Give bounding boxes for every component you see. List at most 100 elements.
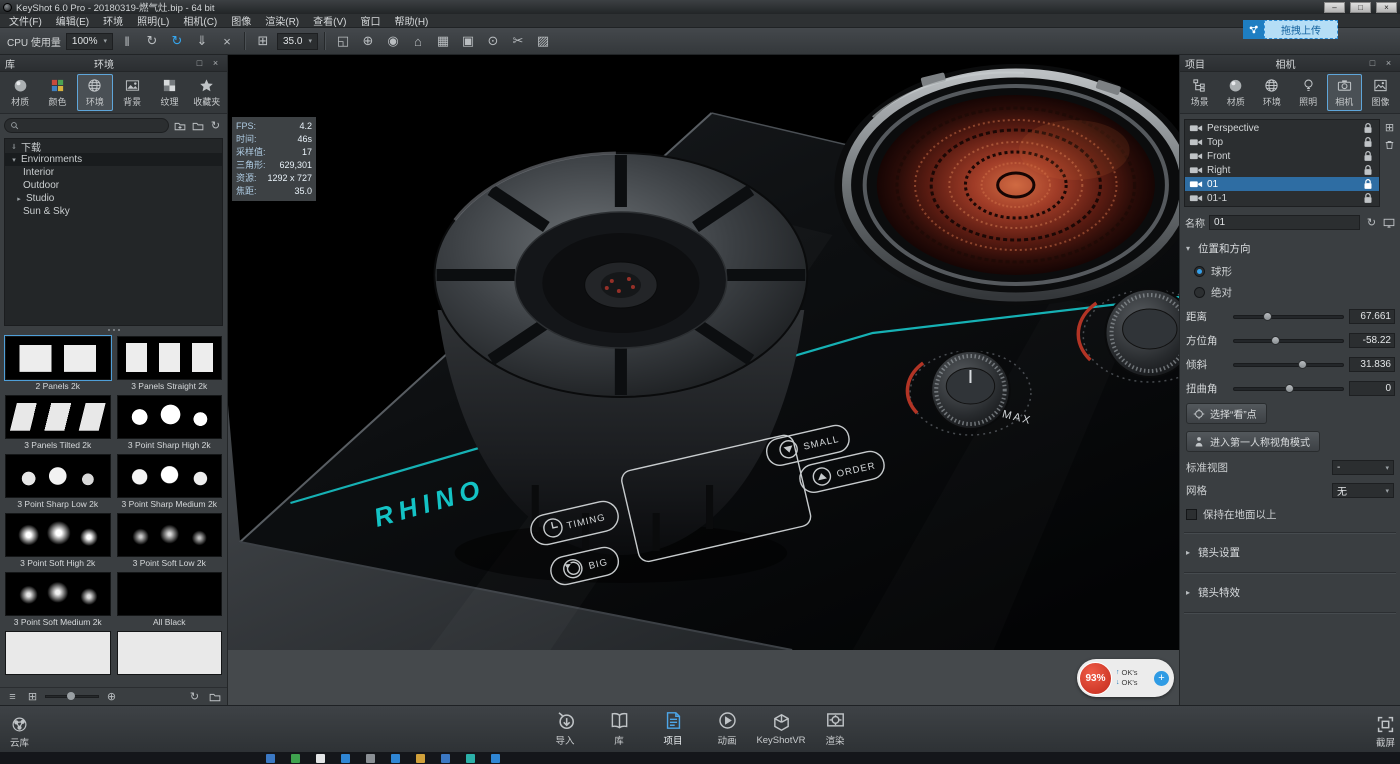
standard-view-dropdown[interactable]: -▾	[1332, 460, 1394, 475]
position-section-header[interactable]: ▾ 位置和方向	[1186, 241, 1394, 256]
close-render-icon[interactable]: ×	[216, 31, 238, 51]
environment-thumbnail[interactable]	[5, 336, 111, 380]
refresh-library-icon[interactable]: ↻	[208, 118, 223, 133]
taskbar-app-icon[interactable]	[441, 754, 450, 763]
texture-icon[interactable]: ▨	[532, 31, 554, 51]
lens-settings-section-header[interactable]: ▸ 镜头设置	[1186, 545, 1394, 560]
folder-icon[interactable]	[207, 689, 222, 704]
camera-row[interactable]: Right	[1185, 163, 1379, 177]
tab-scene[interactable]: 场景	[1182, 74, 1217, 111]
tab-backplates[interactable]: 背景	[114, 74, 150, 111]
refresh-icon[interactable]: ↻	[187, 689, 202, 704]
grid-icon[interactable]: ⊞	[252, 31, 274, 51]
viewport-sync-icon[interactable]	[1383, 217, 1395, 229]
dock-render[interactable]: 渲染	[809, 711, 861, 747]
float-panel-button[interactable]: □	[193, 58, 206, 68]
lock-icon[interactable]	[1361, 121, 1375, 135]
zoom-in-icon[interactable]: ⊕	[104, 689, 119, 704]
tab-lighting[interactable]: 照明	[1291, 74, 1326, 111]
minimize-button[interactable]: –	[1324, 2, 1345, 13]
camera-name-input[interactable]	[1209, 215, 1360, 230]
screenshot-button[interactable]: 截屏	[1376, 716, 1395, 749]
taskbar-app-icon[interactable]	[316, 754, 325, 763]
progress-row-down[interactable]: ↓OK's	[1116, 679, 1154, 687]
slider-value[interactable]: -58.22	[1349, 333, 1395, 348]
menu-window[interactable]: 窗口	[353, 14, 387, 27]
focus-icon[interactable]: ⊙	[482, 31, 504, 51]
taskbar-app-icon[interactable]	[491, 754, 500, 763]
dock-library[interactable]: 库	[593, 711, 645, 747]
slider-value[interactable]: 31.836	[1349, 357, 1395, 372]
pick-look-at-button[interactable]: 选择“看”点	[1186, 403, 1267, 424]
menu-lighting[interactable]: 照明(L)	[130, 14, 176, 27]
camera-row-selected[interactable]: 01	[1185, 177, 1379, 191]
camera-row[interactable]: Front	[1185, 149, 1379, 163]
lock-icon[interactable]	[1361, 163, 1375, 177]
taskbar-app-icon[interactable]	[291, 754, 300, 763]
camera-row[interactable]: 01-1	[1185, 191, 1379, 205]
tab-environment[interactable]: 环境	[1254, 74, 1289, 111]
menu-image[interactable]: 图像	[224, 14, 258, 27]
camera-row[interactable]: Perspective	[1185, 121, 1379, 135]
environment-thumbnail[interactable]	[5, 631, 111, 675]
tab-materials[interactable]: 材质	[2, 74, 38, 111]
tab-colors[interactable]: 颜色	[39, 74, 75, 111]
import-folder-icon[interactable]	[172, 118, 187, 133]
environment-thumbnail[interactable]	[5, 572, 111, 616]
environment-thumbnail[interactable]	[5, 454, 111, 498]
dock-animation[interactable]: 动画	[701, 711, 753, 747]
menu-view[interactable]: 查看(V)	[306, 14, 353, 27]
float-panel-button[interactable]: □	[1366, 58, 1379, 68]
radio-icon[interactable]	[1194, 287, 1205, 298]
tab-image[interactable]: 图像	[1363, 74, 1398, 111]
cpu-usage-dropdown[interactable]: 100%▾	[66, 33, 113, 50]
orbit-icon[interactable]: ◉	[382, 31, 404, 51]
tab-camera[interactable]: 相机	[1327, 74, 1362, 111]
close-button[interactable]: ×	[1376, 2, 1397, 13]
menu-help[interactable]: 帮助(H)	[387, 14, 435, 27]
slider-handle[interactable]	[1298, 360, 1307, 369]
taskbar-app-icon[interactable]	[466, 754, 475, 763]
dock-keyshotvr[interactable]: KeyShotVR	[755, 713, 807, 746]
slider-handle[interactable]	[1285, 384, 1294, 393]
caret-right-icon[interactable]: ▸	[15, 195, 23, 203]
environment-thumbnail[interactable]	[5, 395, 111, 439]
dock-import[interactable]: 导入	[539, 711, 591, 747]
lock-icon[interactable]	[1361, 177, 1375, 191]
scissors-icon[interactable]: ✂	[507, 31, 529, 51]
slider-track[interactable]	[1233, 315, 1344, 319]
cloud-library-button[interactable]: 云库	[10, 716, 29, 749]
tree-item-outdoor[interactable]: Outdoor	[5, 179, 222, 192]
download-row[interactable]: ⇓下载	[5, 140, 222, 153]
region-render-icon[interactable]: ◱	[332, 31, 354, 51]
home-view-icon[interactable]: ⌂	[407, 31, 429, 51]
progress-row-up[interactable]: ↑OK's	[1116, 669, 1154, 677]
tab-favorites[interactable]: 收藏夹	[189, 74, 225, 111]
slider-value[interactable]: 67.661	[1349, 309, 1395, 324]
keep-above-ground-row[interactable]: 保持在地面以上	[1186, 507, 1394, 522]
environment-thumbnail[interactable]	[117, 631, 223, 675]
maximize-button[interactable]: □	[1350, 2, 1371, 13]
tab-environments[interactable]: 环境	[77, 74, 113, 111]
absolute-radio-row[interactable]: 绝对	[1194, 285, 1400, 300]
slider-handle[interactable]	[1263, 312, 1272, 321]
taskbar-app-icon[interactable]	[391, 754, 400, 763]
menu-camera[interactable]: 相机(C)	[176, 14, 224, 27]
tree-item-studio[interactable]: ▸Studio	[5, 192, 222, 205]
tab-textures[interactable]: 纹理	[151, 74, 187, 111]
environment-thumbnail[interactable]	[117, 513, 223, 557]
dock-project[interactable]: 项目	[647, 711, 699, 747]
slider-track[interactable]	[1233, 339, 1344, 343]
list-view-icon[interactable]: ≡	[5, 689, 20, 704]
pause-render-button[interactable]: ‖	[116, 31, 138, 51]
tab-material[interactable]: 材质	[1218, 74, 1253, 111]
spherical-radio-row[interactable]: 球形	[1194, 264, 1400, 279]
image-frame-icon[interactable]: ▣	[457, 31, 479, 51]
search-box[interactable]	[4, 118, 169, 133]
expand-progress-button[interactable]: +	[1154, 671, 1169, 686]
focal-length-dropdown[interactable]: 35.0▾	[277, 33, 318, 50]
menu-render[interactable]: 渲染(R)	[258, 14, 306, 27]
slider-track[interactable]	[1233, 363, 1344, 367]
pattern-icon[interactable]: ▦	[432, 31, 454, 51]
menu-edit[interactable]: 编辑(E)	[49, 14, 96, 27]
